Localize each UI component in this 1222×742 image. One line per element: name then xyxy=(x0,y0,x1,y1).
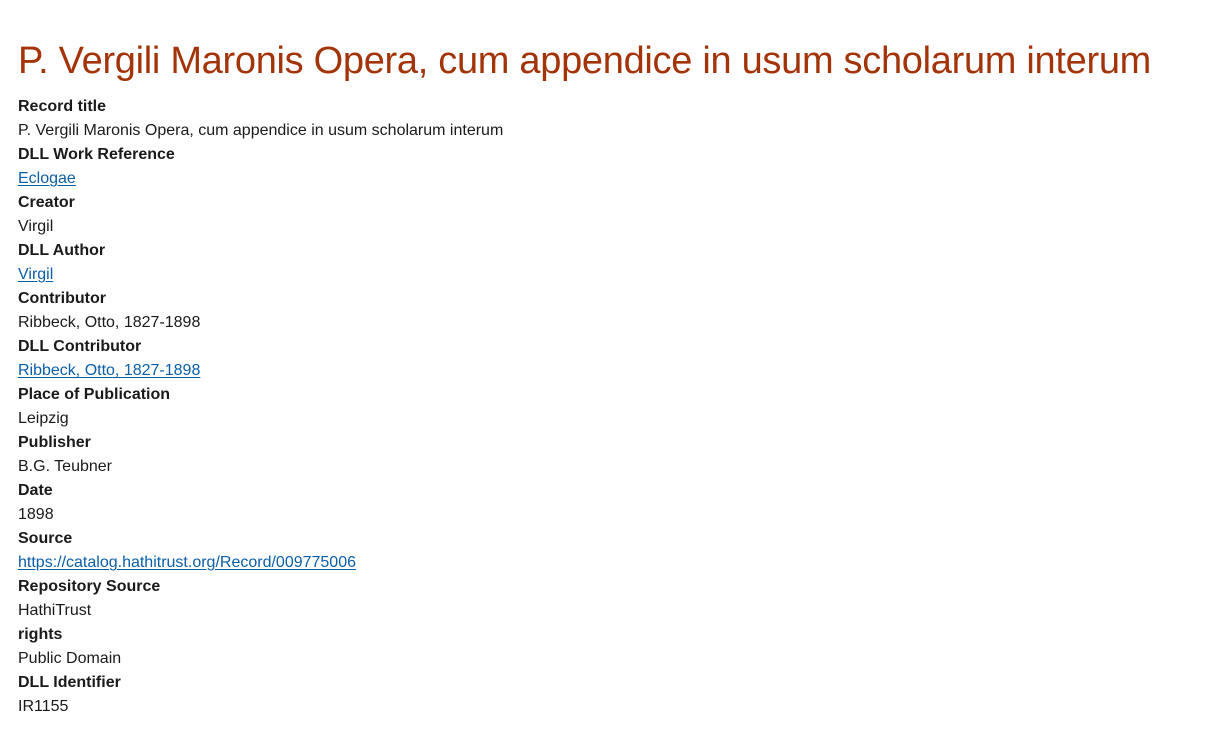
field-value-dll-work-reference: Eclogae xyxy=(18,167,1204,191)
field-value-dll-contributor: Ribbeck, Otto, 1827-1898 xyxy=(18,359,1204,383)
field-label-contributor: Contributor xyxy=(18,290,106,307)
field-value-record-title: P. Vergili Maronis Opera, cum appendice … xyxy=(18,122,504,139)
field-value-dll-author: Virgil xyxy=(18,263,1204,287)
field-label-source: Source xyxy=(18,530,73,547)
source-link[interactable]: https://catalog.hathitrust.org/Record/00… xyxy=(18,554,356,571)
field-value-source: https://catalog.hathitrust.org/Record/00… xyxy=(18,551,1204,575)
field-label-place-of-publication: Place of Publication xyxy=(18,386,171,403)
field-value-date: 1898 xyxy=(18,506,54,523)
field-value-place-of-publication: Leipzig xyxy=(18,410,69,427)
dll-author-link[interactable]: Virgil xyxy=(18,266,53,283)
field-value-repository-source: HathiTrust xyxy=(18,602,92,619)
record-page: P. Vergili Maronis Opera, cum appendice … xyxy=(0,0,1222,719)
page-title: P. Vergili Maronis Opera, cum appendice … xyxy=(18,40,1152,82)
field-value-creator: Virgil xyxy=(18,218,54,235)
field-label-record-title: Record title xyxy=(18,98,107,115)
field-label-dll-work-reference: DLL Work Reference xyxy=(18,146,175,163)
field-label-creator: Creator xyxy=(18,194,75,211)
field-value-dll-identifier: IR1155 xyxy=(18,698,69,715)
field-label-dll-author: DLL Author xyxy=(18,242,106,259)
field-label-dll-identifier: DLL Identifier xyxy=(18,674,121,691)
field-label-rights: rights xyxy=(18,626,63,643)
field-label-repository-source: Repository Source xyxy=(18,578,161,595)
dll-work-reference-link[interactable]: Eclogae xyxy=(18,170,76,187)
field-label-publisher: Publisher xyxy=(18,434,91,451)
field-value-publisher: B.G. Teubner xyxy=(18,458,112,475)
field-label-dll-contributor: DLL Contributor xyxy=(18,338,142,355)
dll-contributor-link[interactable]: Ribbeck, Otto, 1827-1898 xyxy=(18,362,200,379)
field-label-date: Date xyxy=(18,482,53,499)
record-fields: Record title P. Vergili Maronis Opera, c… xyxy=(18,95,1204,719)
field-value-contributor: Ribbeck, Otto, 1827-1898 xyxy=(18,314,201,331)
field-value-rights: Public Domain xyxy=(18,650,122,667)
